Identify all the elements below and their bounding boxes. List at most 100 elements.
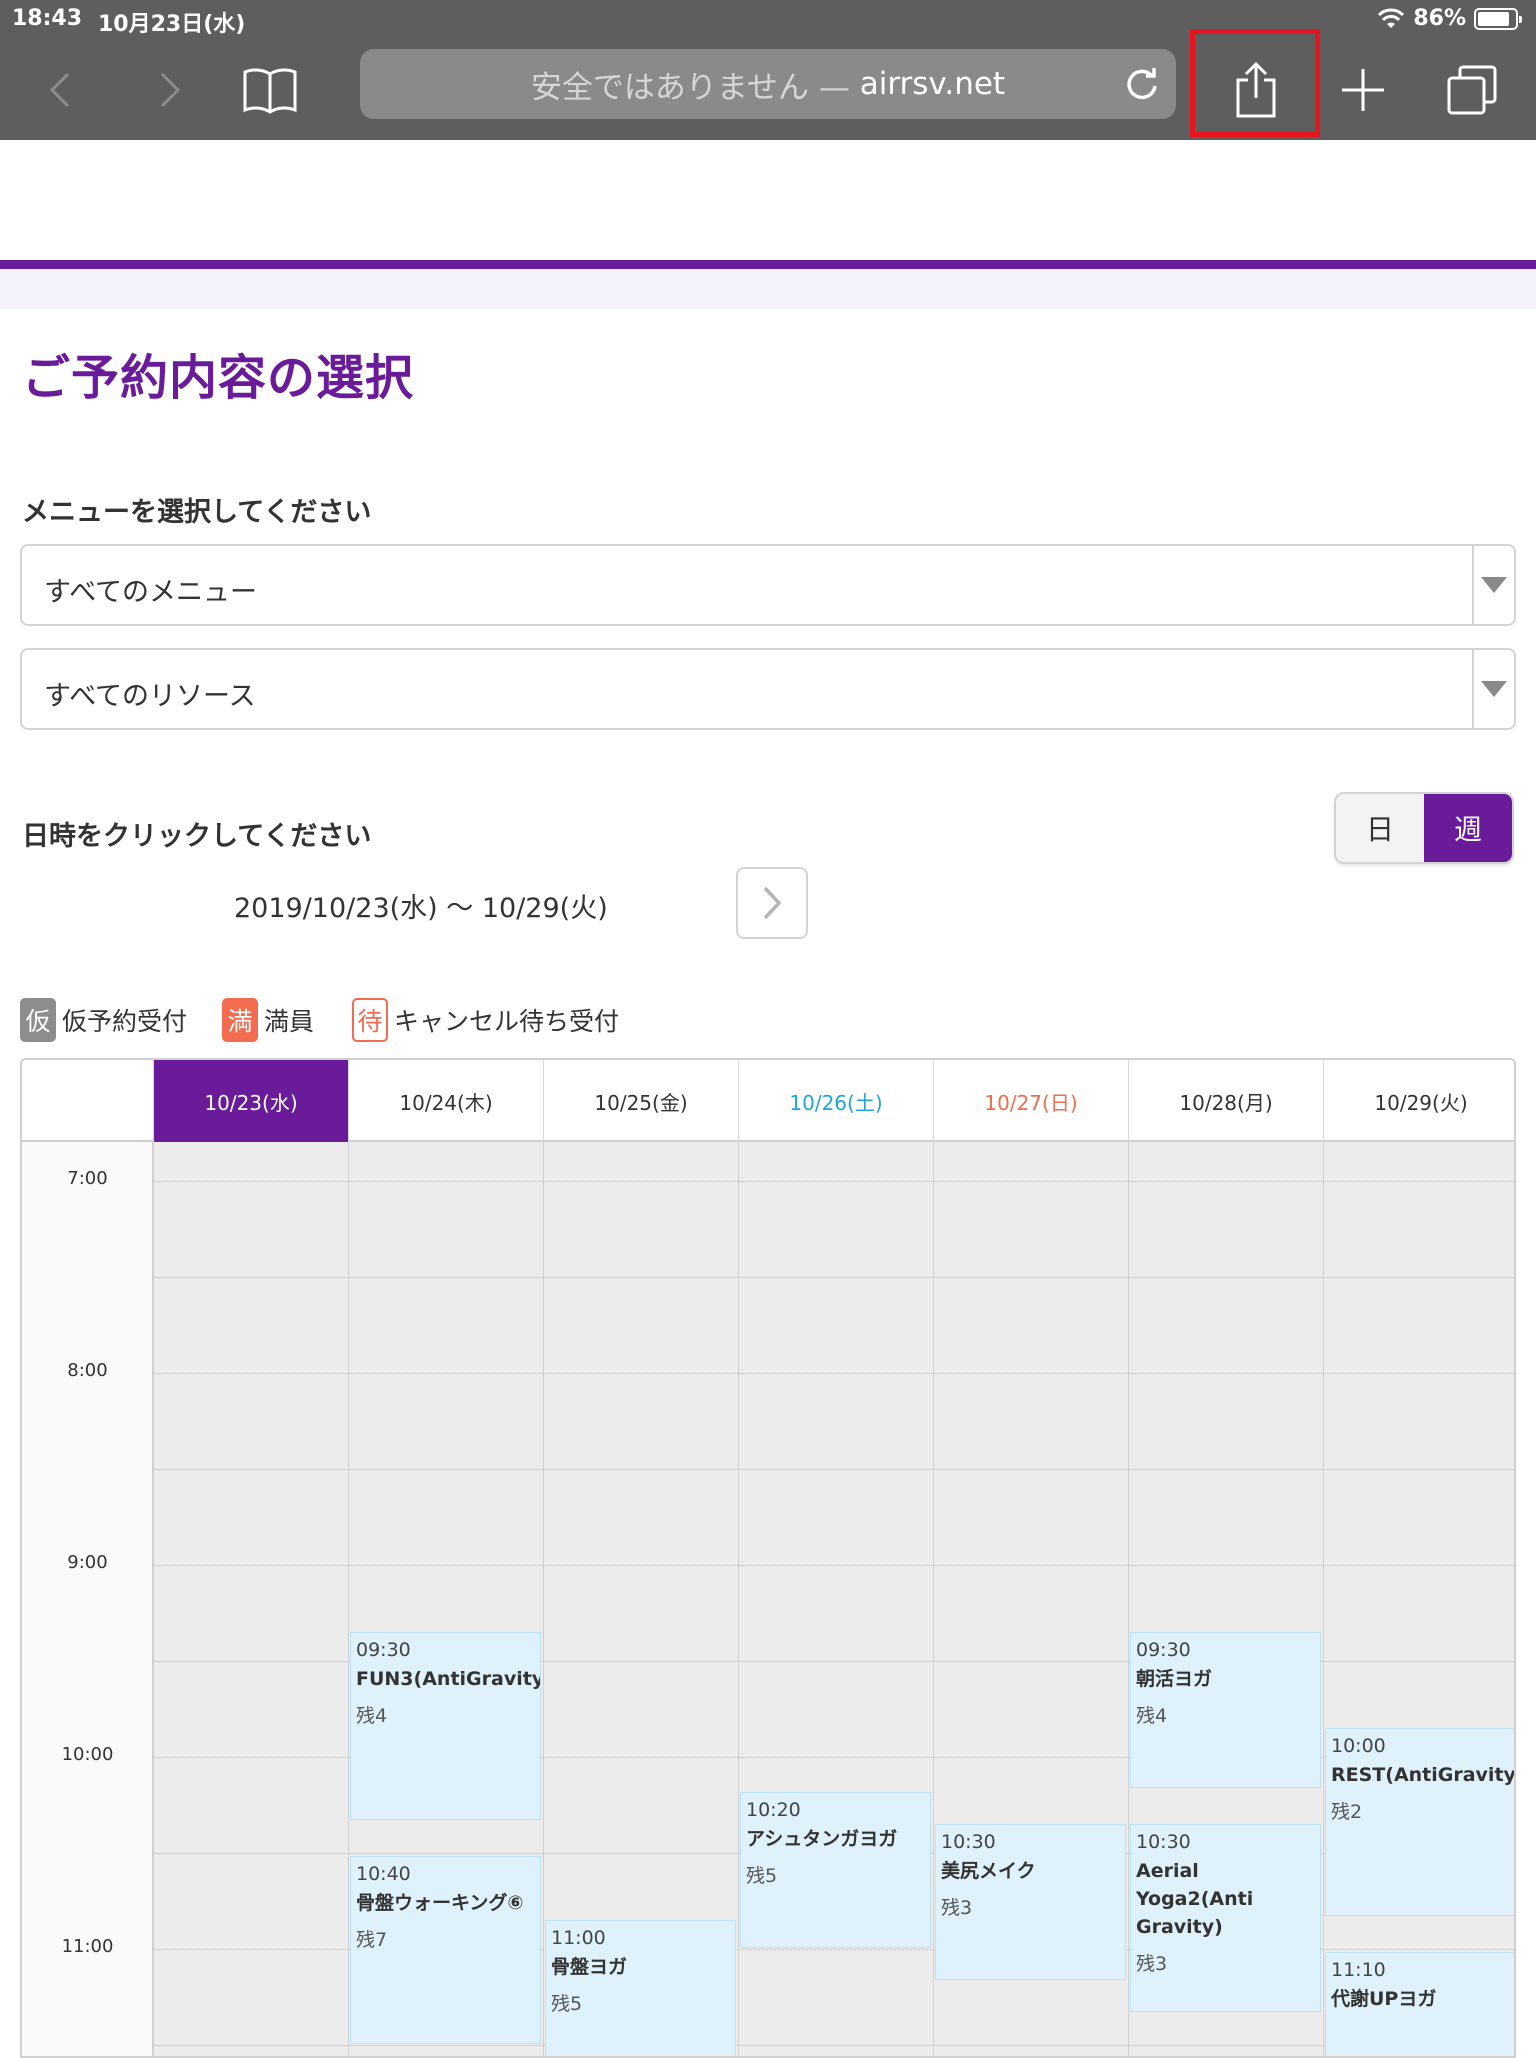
calendar-event[interactable]: 10:20 アシュタンガヨガ 残5 (740, 1792, 931, 1948)
status-date: 10月23日(水) (98, 12, 246, 37)
event-name: Aerial Yoga2(Anti Gravity) (1136, 1860, 1254, 1938)
calendar-event[interactable]: 09:30 FUN3(AntiGravity) 残4 (350, 1632, 541, 1820)
back-icon (49, 72, 70, 108)
day-header: 10/23(水) (153, 1060, 348, 1142)
legend-label: 仮予約受付 (62, 1007, 188, 1036)
day-view-button[interactable]: 日 (1336, 794, 1424, 862)
event-remaining: 残7 (356, 1929, 388, 1951)
calendar-event[interactable]: 09:30 朝活ヨガ残4 (1130, 1632, 1321, 1788)
new-tab-icon (1342, 69, 1384, 111)
event-time: 11:00 (551, 1927, 606, 1949)
event-remaining: 残5 (746, 1865, 778, 1887)
chevron-down-icon (1472, 546, 1514, 624)
status-right: 86% (1377, 6, 1522, 31)
event-remaining: 残3 (941, 1897, 973, 1919)
calendar-event[interactable]: 11:10 代謝UPヨガ (1325, 1952, 1514, 2056)
waitlist-badge: 待 (352, 998, 388, 1042)
url-warning: 安全ではありません — (530, 69, 850, 106)
event-name: 美尻メイク (941, 1860, 1036, 1882)
event-time: 10:40 (356, 1863, 411, 1885)
calendar-event[interactable]: 10:30 美尻メイク残3 (935, 1824, 1126, 1980)
grid-line (153, 1277, 1514, 1278)
day-column[interactable] (1323, 1142, 1514, 2056)
address-bar[interactable]: 安全ではありません — airrsv.net (360, 49, 1176, 119)
resource-select-value: すべてのリソース (44, 681, 256, 712)
page-title: ご予約内容の選択 (22, 350, 415, 406)
day-header: 10/28(月) (1128, 1060, 1323, 1142)
event-remaining: 残4 (356, 1705, 388, 1727)
calendar-event[interactable]: 11:00 骨盤ヨガ残5 (545, 1920, 736, 2056)
day-column[interactable] (153, 1142, 348, 2056)
menu-select[interactable]: すべてのメニュー (20, 544, 1516, 626)
bookmarks-button[interactable] (240, 40, 300, 140)
event-time: 09:30 (356, 1639, 411, 1661)
legend-item-tentative: 仮 仮予約受付 (20, 998, 187, 1042)
day-header: 10/29(火) (1323, 1060, 1514, 1142)
menu-section-label: メニューを選択してください (22, 497, 372, 528)
day-header: 10/25(金) (543, 1060, 738, 1142)
weekly-calendar: 7:00 8:00 9:00 10:00 11:00 10/23(水) 10/24(木) 1… (20, 1058, 1516, 2058)
date-range: 2019/10/23(水) 〜 10/29(火) (234, 893, 608, 924)
header-corner (22, 1060, 153, 1142)
event-time: 10:30 (941, 1831, 996, 1853)
event-remaining: 残3 (1136, 1953, 1168, 1975)
time-label: 10:00 (61, 1744, 114, 1765)
event-time: 10:20 (746, 1799, 801, 1821)
grid-line (153, 1469, 1514, 1470)
resource-select[interactable]: すべてのリソース (20, 648, 1516, 730)
event-name: 朝活ヨガ (1136, 1668, 1213, 1690)
event-name: 代謝UPヨガ (1331, 1988, 1437, 2010)
day-header: 10/27(日) (933, 1060, 1128, 1142)
legend-label: 満員 (264, 1007, 315, 1036)
time-label: 9:00 (67, 1552, 108, 1573)
event-time: 11:10 (1331, 1959, 1386, 1981)
legend-label: キャンセル待ち受付 (394, 1007, 620, 1036)
tabs-button[interactable] (1446, 40, 1498, 140)
week-view-button[interactable]: 週 (1424, 794, 1512, 862)
calendar-event[interactable]: 10:40 骨盤ウォーキング⑥ 残7 (350, 1856, 541, 2044)
new-tab-button[interactable] (1338, 40, 1388, 140)
tentative-badge: 仮 (20, 998, 56, 1042)
status-time: 18:43 (12, 6, 83, 31)
header-band (0, 269, 1536, 309)
grid-line (153, 1373, 1514, 1374)
event-time: 09:30 (1136, 1639, 1191, 1661)
legend-item-full: 満 満員 (222, 998, 314, 1042)
reload-icon[interactable] (1122, 64, 1162, 104)
event-time: 10:30 (1136, 1831, 1191, 1853)
site-header (0, 140, 1536, 260)
full-badge: 満 (222, 998, 258, 1042)
event-name: REST(AntiGravity) (1331, 1764, 1516, 1786)
event-name: 骨盤ヨガ (551, 1956, 628, 1978)
bookmarks-icon (243, 68, 297, 114)
event-remaining: 残4 (1136, 1705, 1168, 1727)
day-header: 10/26(土) (738, 1060, 933, 1142)
battery-fill (1478, 11, 1509, 26)
back-button[interactable] (40, 40, 80, 140)
next-week-button[interactable] (736, 867, 808, 939)
battery-percent: 86% (1413, 6, 1466, 31)
wifi-icon (1378, 8, 1405, 28)
legend-item-waitlist: 待 キャンセル待ち受付 (352, 998, 619, 1042)
forward-button[interactable] (150, 40, 190, 140)
header-accent-line (0, 260, 1536, 269)
menu-select-value: すべてのメニュー (44, 577, 258, 608)
chevron-right-icon (763, 886, 782, 920)
time-label: 7:00 (67, 1168, 108, 1189)
calendar-event[interactable]: 10:00 REST(AntiGravity) 残2 (1325, 1728, 1516, 1916)
datetime-section-label: 日時をクリックしてください (22, 821, 372, 852)
tabs-icon (1447, 65, 1497, 115)
event-remaining: 残5 (551, 1993, 583, 2015)
calendar-header: 10/23(水) 10/24(木) 10/25(金) 10/26(土) 10/27(日)… (22, 1060, 1514, 1142)
event-time: 10:00 (1331, 1735, 1386, 1757)
share-highlight-box (1190, 29, 1320, 137)
chevron-down-icon (1472, 650, 1514, 728)
forward-icon (160, 72, 181, 108)
event-name: FUN3(AntiGravity) (356, 1668, 541, 1690)
url-domain: airrsv.net (859, 66, 1006, 102)
calendar-event[interactable]: 10:30 Aerial Yoga2(Anti Gravity) 残3 (1130, 1824, 1321, 2012)
event-name: アシュタンガヨガ (746, 1828, 898, 1850)
time-column: 7:00 8:00 9:00 10:00 11:00 (22, 1142, 153, 2056)
grid-line (153, 2045, 1514, 2046)
time-label: 8:00 (67, 1360, 108, 1381)
